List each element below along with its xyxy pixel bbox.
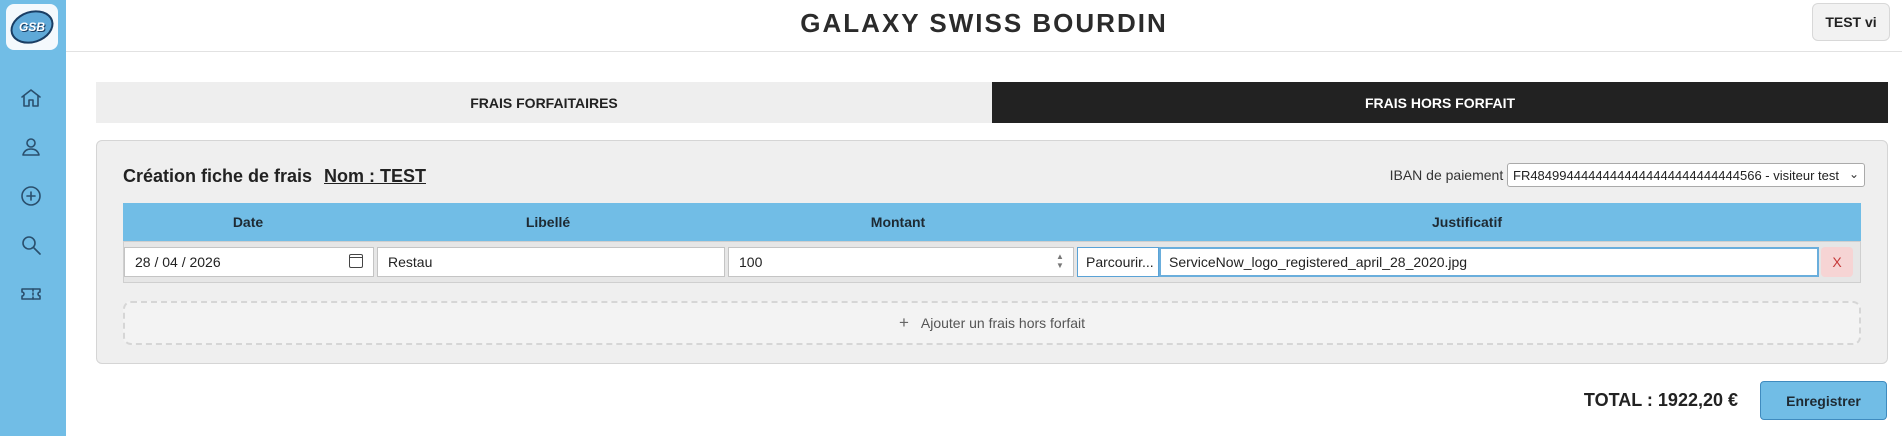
sidebar-item-profile[interactable] — [17, 133, 45, 161]
date-input[interactable]: 28 / 04 / 2026 — [124, 247, 374, 277]
search-icon — [22, 236, 41, 255]
column-header-libelle: Libellé — [525, 214, 571, 230]
montant-input[interactable]: 100 ▲ ▼ — [728, 247, 1074, 277]
home-icon — [21, 89, 41, 107]
add-expense-button[interactable]: + Ajouter un frais hors forfait — [123, 301, 1861, 345]
sidebar-item-tickets[interactable] — [17, 280, 45, 308]
tab-frais-hors-forfait[interactable]: FRAIS HORS FORFAIT — [992, 82, 1888, 123]
column-header-justificatif: Justificatif — [1431, 214, 1502, 230]
user-menu-button[interactable]: TEST vi — [1812, 3, 1890, 41]
app-logo[interactable]: GSB — [6, 4, 58, 50]
expense-tabs: FRAIS FORFAITAIRES FRAIS HORS FORFAIT — [96, 82, 1888, 123]
delete-row-button[interactable]: X — [1821, 247, 1853, 277]
sidebar-item-search[interactable] — [17, 231, 45, 259]
top-header: GALAXY SWISS BOURDIN TEST vi — [66, 0, 1902, 52]
calendar-icon[interactable] — [349, 254, 363, 268]
number-stepper-icon[interactable]: ▲ ▼ — [1055, 252, 1065, 270]
file-name-field[interactable]: ServiceNow_logo_registered_april_28_2020… — [1159, 247, 1819, 277]
user-icon — [22, 138, 40, 156]
expense-table-header: Date Libellé Montant Justificatif — [123, 203, 1861, 241]
add-circle-icon — [21, 186, 41, 206]
form-title: Création fiche de frais — [123, 166, 313, 186]
libelle-input[interactable]: Restau — [377, 247, 725, 277]
sidebar: GSB — [0, 0, 66, 436]
expense-form-panel: Création fiche de frais Nom : TEST IBAN … — [96, 140, 1888, 364]
libelle-value: Restau — [388, 254, 433, 270]
iban-select[interactable]: FR48499444444444444444444444444566 - vis… — [1507, 163, 1865, 187]
save-button[interactable]: Enregistrer — [1760, 381, 1887, 420]
logo-text: GSB — [18, 20, 46, 35]
montant-value: 100 — [739, 254, 763, 270]
browse-file-button[interactable]: Parcourir... — [1077, 247, 1159, 277]
plus-icon: + — [898, 313, 909, 332]
logo-badge: GSB — [6, 4, 58, 50]
date-value: 28 / 04 / 2026 — [135, 254, 221, 270]
iban-selected-value: FR48499444444444444444444444444566 - vis… — [1513, 167, 1839, 183]
chevron-down-icon: ⌄ — [1848, 167, 1859, 181]
iban-label: IBAN de paiement : — [1389, 167, 1511, 183]
total-amount: TOTAL : 1922,20 € — [1583, 390, 1738, 410]
column-header-date: Date — [232, 214, 264, 230]
column-header-montant: Montant — [870, 214, 926, 230]
form-user-name: Nom : TEST — [324, 166, 426, 186]
file-name-value: ServiceNow_logo_registered_april_28_2020… — [1169, 254, 1468, 270]
sidebar-item-create[interactable] — [17, 182, 45, 210]
ticket-icon — [21, 288, 41, 300]
tab-frais-forfaitaires[interactable]: FRAIS FORFAITAIRES — [96, 82, 992, 123]
sidebar-item-home[interactable] — [17, 84, 45, 112]
table-row: 28 / 04 / 2026 Restau 100 ▲ ▼ Parcourir..… — [123, 241, 1861, 283]
app-title: GALAXY SWISS BOURDIN — [800, 8, 1168, 38]
add-expense-label: Ajouter un frais hors forfait — [920, 315, 1086, 331]
